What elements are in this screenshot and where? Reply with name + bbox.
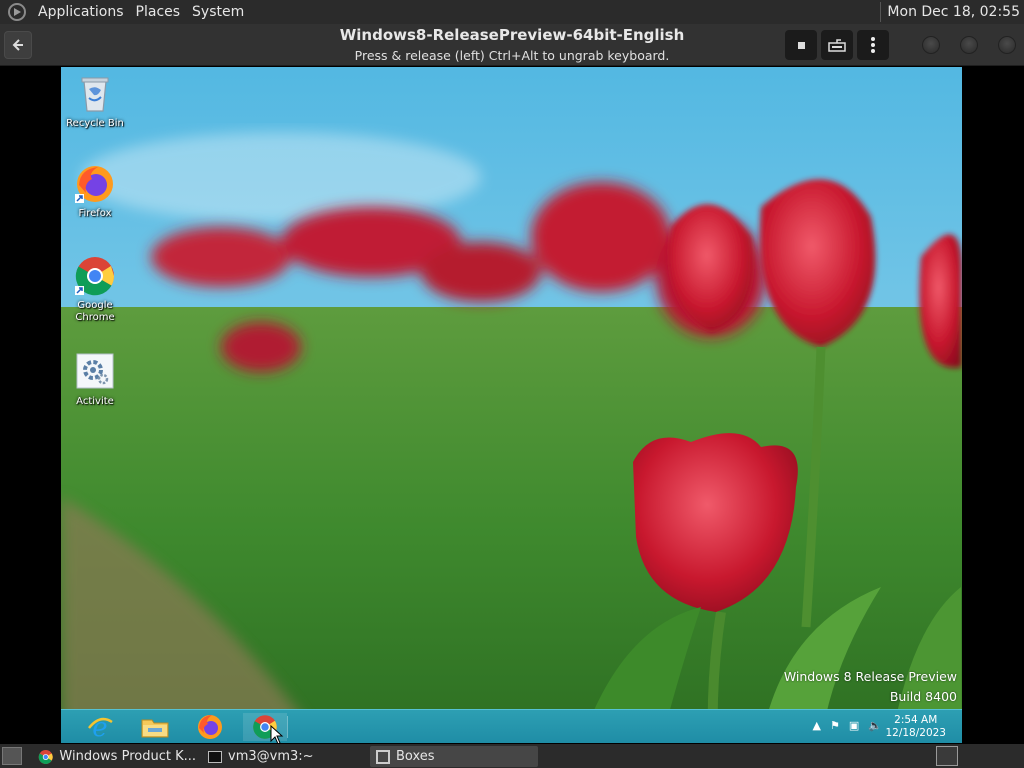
task-label: Windows Product K... (59, 749, 196, 764)
volume-icon[interactable]: 🔈 (868, 719, 882, 732)
show-desktop-icon[interactable] (2, 747, 22, 765)
panel-clock[interactable]: Mon Dec 18, 02:55 (887, 4, 1024, 20)
firefox-icon (198, 715, 222, 739)
system-menu[interactable]: System (186, 0, 250, 24)
vm-display[interactable]: Recycle Bin Firefox Google Chrome Activi… (61, 67, 962, 743)
minimize-button[interactable] (922, 36, 940, 54)
folder-icon (141, 719, 169, 738)
distro-logo-icon[interactable] (8, 3, 26, 21)
svg-text:e: e (92, 714, 107, 740)
task-label: Boxes (396, 749, 435, 764)
watermark-build: Build 8400 (889, 689, 957, 704)
menu-button[interactable] (857, 30, 889, 60)
task-terminal[interactable]: vm3@vm3:~ (202, 746, 362, 767)
windows-taskbar: e ▲ ⚑ ▣ 🔈 2:54 AM 12/18/2023 (61, 709, 962, 743)
task-label: vm3@vm3:~ (228, 749, 314, 764)
windows-clock[interactable]: 2:54 AM 12/18/2023 (885, 714, 946, 740)
mouse-cursor-icon (270, 725, 284, 743)
taskbar-firefox-button[interactable] (188, 713, 232, 741)
windows-clock-date: 12/18/2023 (885, 727, 946, 739)
bottom-panel: Windows Product K... vm3@vm3:~ Boxes (0, 744, 1024, 768)
system-tray: ▲ ⚑ ▣ 🔈 (813, 719, 882, 732)
taskbar-ie-button[interactable]: e (78, 713, 122, 741)
chrome-icon (74, 255, 116, 297)
activite-shortcut[interactable]: Activite (63, 351, 127, 408)
top-panel: Applications Places System Mon Dec 18, 0… (0, 0, 1024, 24)
boxes-header-bar: Windows8-ReleasePreview-64bit-English Pr… (0, 24, 1024, 66)
windows-watermark: Windows 8 Release Preview Build 8400 (784, 667, 957, 707)
gear-icon (74, 351, 116, 393)
keyboard-icon (828, 39, 846, 52)
boxes-icon (376, 749, 390, 764)
windows-clock-time: 2:54 AM (894, 714, 938, 726)
chrome-shortcut[interactable]: Google Chrome (63, 255, 127, 324)
action-center-flag-icon[interactable]: ⚑ (830, 719, 840, 732)
firefox-icon (74, 163, 116, 205)
workspace-switcher[interactable] (936, 746, 958, 766)
recycle-bin-label: Recycle Bin (66, 118, 124, 129)
maximize-button[interactable] (960, 36, 978, 54)
network-icon[interactable]: ▣ (849, 719, 859, 732)
terminal-icon (208, 750, 222, 763)
activite-label: Activite (76, 396, 114, 407)
recycle-bin-icon (74, 73, 116, 115)
task-boxes[interactable]: Boxes (370, 746, 538, 767)
applications-menu[interactable]: Applications (32, 0, 130, 24)
recycle-bin-shortcut[interactable]: Recycle Bin (63, 73, 127, 130)
firefox-shortcut[interactable]: Firefox (63, 163, 127, 220)
tulip-wallpaper (61, 67, 962, 743)
internet-explorer-icon: e (88, 714, 113, 740)
vertical-dots-icon (871, 37, 875, 53)
watermark-edition: Windows 8 Release Preview (783, 669, 957, 684)
close-button[interactable] (998, 36, 1016, 54)
stop-button[interactable] (785, 30, 817, 60)
tray-expand-icon[interactable]: ▲ (813, 719, 821, 732)
chrome-icon (38, 749, 53, 764)
task-windows-product-key[interactable]: Windows Product K... (32, 746, 196, 767)
firefox-label: Firefox (78, 208, 112, 219)
keyboard-button[interactable] (821, 30, 853, 60)
panel-separator (880, 2, 882, 22)
taskbar-explorer-button[interactable] (133, 713, 177, 741)
places-menu[interactable]: Places (130, 0, 187, 24)
taskbar-divider (287, 716, 288, 738)
chrome-label: Google Chrome (75, 300, 115, 323)
stop-icon (797, 41, 805, 49)
